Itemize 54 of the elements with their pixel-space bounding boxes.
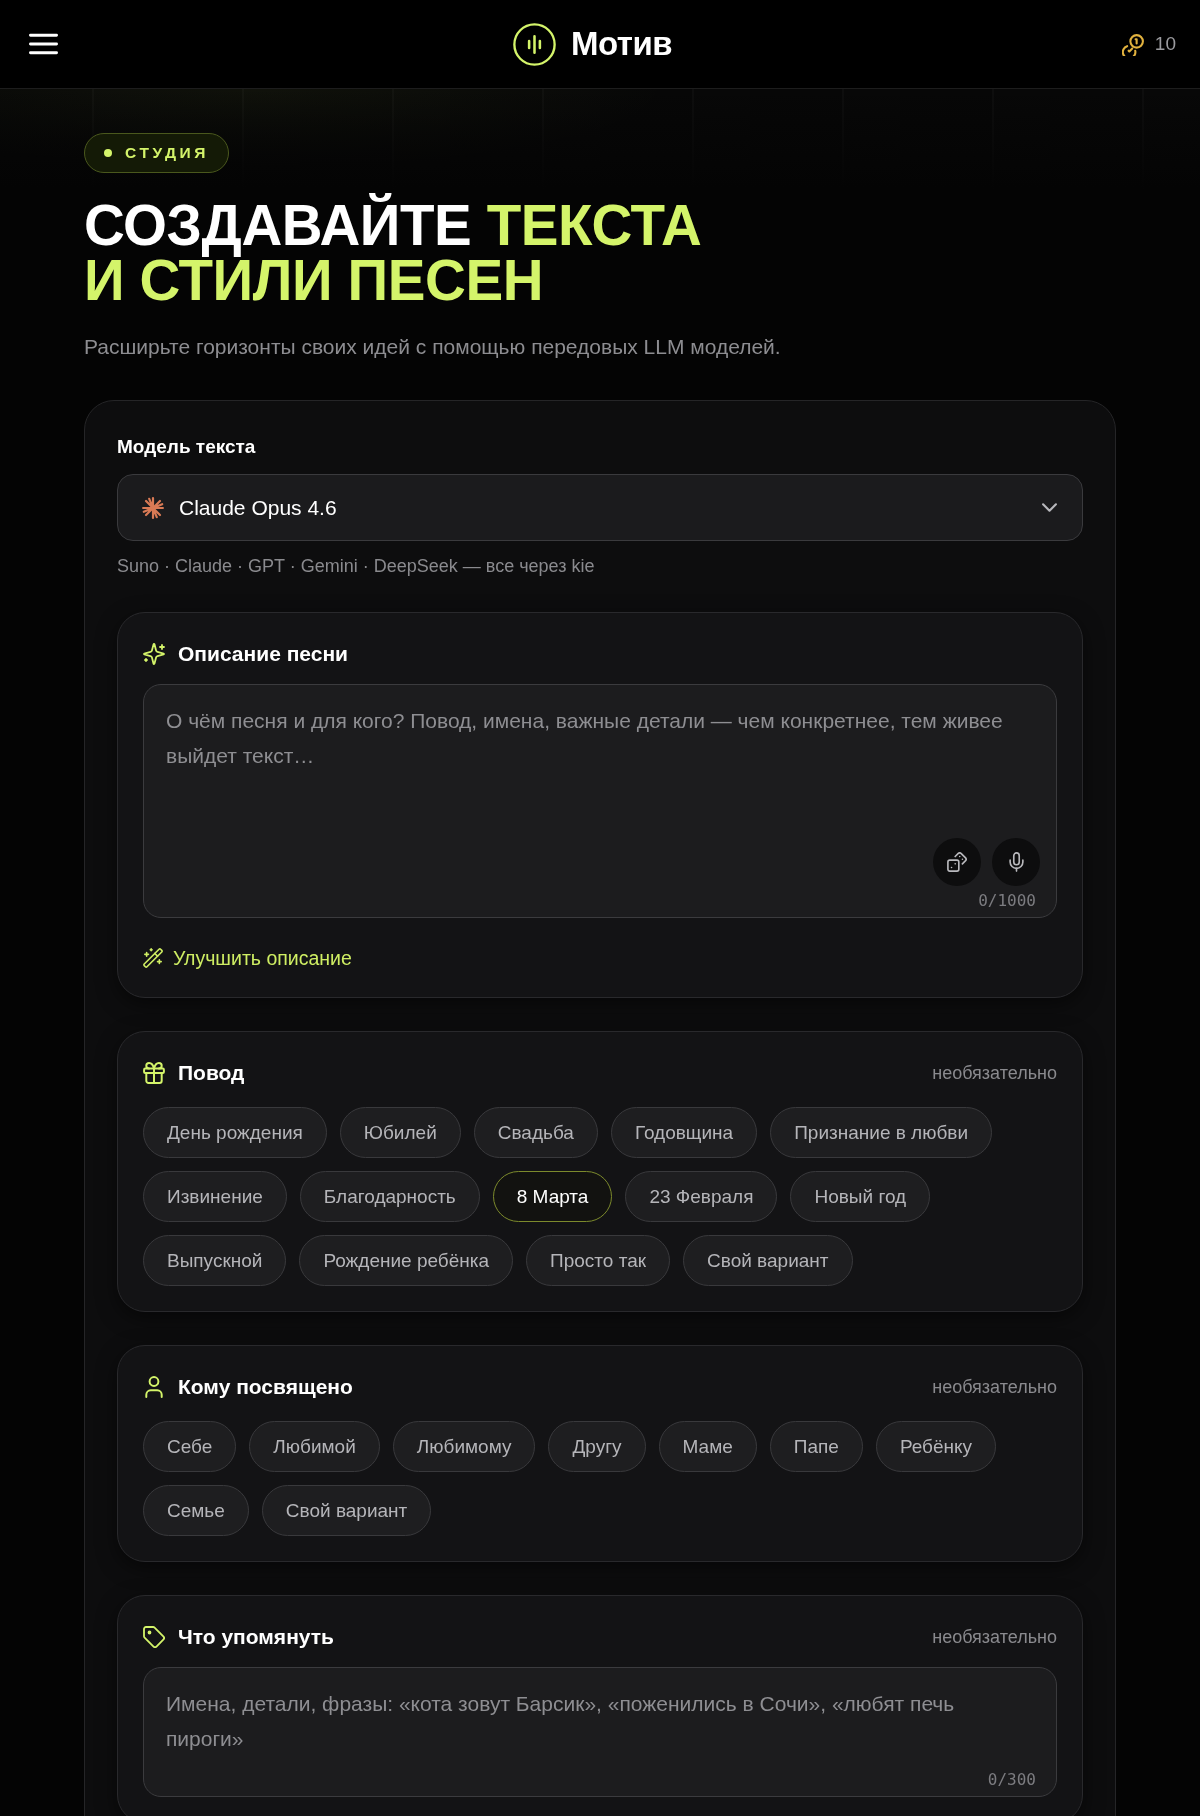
sparkles-icon — [143, 643, 165, 665]
option-chip[interactable]: Годовщина — [610, 1107, 758, 1158]
option-chip[interactable]: Рождение ребёнка — [299, 1235, 514, 1286]
optional-label: необязательно — [932, 1376, 1057, 1398]
option-chip[interactable]: Извинение — [143, 1171, 287, 1222]
starburst-icon — [142, 496, 164, 519]
section-title: Описание песни — [178, 641, 348, 667]
section-title: Что упомянуть — [178, 1624, 334, 1650]
option-chip[interactable]: Другу — [548, 1421, 646, 1472]
microphone-icon — [1008, 852, 1024, 872]
optional-label: необязательно — [932, 1626, 1057, 1648]
option-chip[interactable]: Просто так — [526, 1235, 671, 1286]
option-chip[interactable]: Ребёнку — [875, 1421, 997, 1472]
page-title: СОЗДАВАЙТЕ ТЕКСТА И СТИЛИ ПЕСЕН — [84, 192, 702, 314]
coins-icon[interactable] — [1121, 32, 1145, 56]
option-chip[interactable]: Любимому — [392, 1421, 536, 1472]
gift-icon — [143, 1062, 165, 1084]
option-chip[interactable]: Семье — [143, 1485, 249, 1536]
magic-wand-icon — [143, 948, 163, 968]
option-chip[interactable]: 23 Февраля — [625, 1171, 778, 1222]
page-subtitle: Расширьте горизонты своих идей с помощью передовых LLM моделей. — [84, 334, 782, 360]
dot-icon — [104, 149, 112, 157]
improve-description-button[interactable]: Улучшить описание — [143, 946, 352, 970]
equalizer-icon — [512, 22, 556, 66]
option-chip[interactable]: Любимой — [249, 1421, 380, 1472]
dice-icon — [947, 852, 967, 872]
section-title: Повод — [178, 1060, 245, 1086]
tag-icon — [143, 1626, 165, 1648]
option-chip[interactable]: Признание в любви — [770, 1107, 993, 1158]
option-chip[interactable]: Новый год — [790, 1171, 931, 1222]
option-chip[interactable]: Свой вариант — [261, 1485, 432, 1536]
field-label: Модель текста — [117, 435, 257, 459]
menu-icon[interactable] — [29, 33, 58, 55]
option-chip[interactable]: 8 Марта — [492, 1171, 613, 1222]
option-chip[interactable]: Свадьба — [473, 1107, 598, 1158]
person-icon — [143, 1376, 165, 1398]
badge-label: СТУДИЯ — [125, 144, 210, 162]
option-chip[interactable]: Свой вариант — [683, 1235, 853, 1286]
app-name: Мотив — [570, 25, 673, 63]
option-chip[interactable]: Маме — [658, 1421, 757, 1472]
model-select[interactable]: Claude Opus 4.6 — [117, 474, 1083, 541]
option-chip[interactable]: Выпускной — [143, 1235, 287, 1286]
model-hint: Suno · Claude · GPT · Gemini · DeepSeek — все через kie — [117, 555, 596, 577]
option-chip[interactable]: Себе — [143, 1421, 237, 1472]
credits-count: 10 — [1154, 33, 1176, 55]
character-counter: 0/300 — [987, 1771, 1036, 1789]
option-chip[interactable]: День рождения — [143, 1107, 327, 1158]
option-chip[interactable]: Папе — [769, 1421, 863, 1472]
section-title: Кому посвящено — [178, 1374, 353, 1400]
character-counter: 0/1000 — [978, 892, 1036, 910]
option-chip[interactable]: Юбилей — [339, 1107, 461, 1158]
chevron-down-icon — [1042, 503, 1057, 512]
optional-label: необязательно — [932, 1062, 1057, 1084]
option-chip[interactable]: Благодарность — [299, 1171, 480, 1222]
